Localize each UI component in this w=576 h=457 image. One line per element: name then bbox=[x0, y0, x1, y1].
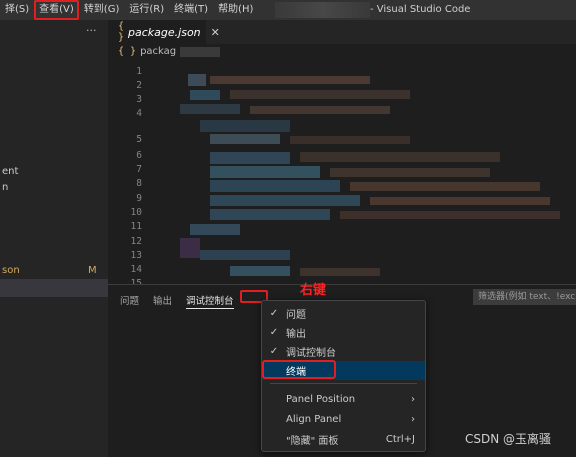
menu-item-label: "隐藏" 面板 bbox=[286, 436, 339, 447]
blurred-code bbox=[300, 268, 380, 276]
line-number: 13 bbox=[130, 250, 142, 261]
blurred-code bbox=[210, 166, 320, 178]
code-editor-blurred[interactable] bbox=[150, 62, 576, 284]
editor-tab-bar: { } package.json ✕ bbox=[108, 20, 576, 44]
blurred-code bbox=[350, 182, 540, 191]
blurred-window-title bbox=[275, 2, 370, 18]
sidebar-item-fragment[interactable]: son bbox=[2, 265, 20, 276]
line-number: 14 bbox=[130, 264, 142, 275]
menu-item-debug-console[interactable]: ✓ 调试控制台 bbox=[262, 342, 425, 361]
menu-view[interactable]: 查看(V) bbox=[34, 0, 79, 20]
sidebar-item-fragment[interactable]: n bbox=[2, 182, 8, 193]
blurred-code bbox=[210, 76, 370, 84]
menu-terminal[interactable]: 终端(T) bbox=[169, 0, 213, 20]
menu-item-problems[interactable]: ✓ 问题 bbox=[262, 304, 425, 323]
blurred-code bbox=[290, 136, 410, 144]
window-title: - Visual Studio Code bbox=[370, 4, 471, 15]
annotation-right-click: 右键 bbox=[300, 283, 327, 298]
menu-item-label: 调试控制台 bbox=[286, 348, 336, 359]
blurred-code bbox=[330, 168, 490, 177]
menu-selection[interactable]: 择(S) bbox=[0, 0, 34, 20]
line-number: 9 bbox=[136, 193, 142, 204]
menu-item-label: 输出 bbox=[286, 329, 306, 340]
menu-item-align-panel[interactable]: Align Panel › bbox=[262, 410, 425, 429]
line-number: 11 bbox=[130, 221, 142, 232]
chevron-right-icon: › bbox=[411, 414, 415, 425]
menu-item-output[interactable]: ✓ 输出 bbox=[262, 323, 425, 342]
blurred-code bbox=[340, 211, 560, 219]
json-file-icon: { } bbox=[118, 46, 137, 57]
blurred-code bbox=[190, 90, 220, 100]
line-number: 6 bbox=[136, 150, 142, 161]
menu-item-panel-position[interactable]: Panel Position › bbox=[262, 390, 425, 409]
line-number: 3 bbox=[136, 94, 142, 105]
check-icon: ✓ bbox=[269, 346, 279, 357]
line-number: 7 bbox=[136, 164, 142, 175]
watermark: CSDN @玉离骚 bbox=[465, 432, 552, 446]
tab-problems[interactable]: 问题 bbox=[120, 293, 139, 309]
terminal-highlight-marker bbox=[262, 360, 336, 379]
check-icon: ✓ bbox=[269, 308, 279, 319]
explorer-sidebar: ··· ent n son M bbox=[0, 20, 108, 457]
blurred-breadcrumb bbox=[180, 46, 221, 57]
blurred-code bbox=[210, 209, 330, 220]
close-icon[interactable]: ✕ bbox=[211, 26, 220, 39]
blurred-code bbox=[300, 152, 500, 162]
line-number: 8 bbox=[136, 178, 142, 189]
line-number: 1 bbox=[136, 66, 142, 77]
line-number: 2 bbox=[136, 80, 142, 91]
tab-debug-console[interactable]: 调试控制台 bbox=[186, 293, 234, 309]
filter-input[interactable]: 筛选器(例如 text、!exclu bbox=[473, 289, 576, 305]
blurred-code bbox=[210, 195, 360, 206]
sidebar-item-fragment[interactable]: ent bbox=[2, 166, 18, 177]
selected-file-row[interactable] bbox=[0, 279, 108, 297]
blurred-code bbox=[210, 134, 280, 144]
blurred-code bbox=[188, 74, 206, 86]
blurred-code bbox=[210, 180, 340, 192]
line-number: 5 bbox=[136, 134, 142, 145]
blurred-code bbox=[370, 197, 550, 205]
menu-item-label: 问题 bbox=[286, 310, 306, 321]
menu-item-label: Panel Position bbox=[286, 394, 356, 405]
menu-help[interactable]: 帮助(H) bbox=[213, 0, 258, 20]
blurred-code bbox=[200, 250, 290, 260]
blurred-code bbox=[250, 106, 390, 114]
blurred-code bbox=[210, 152, 290, 164]
blurred-code bbox=[200, 120, 290, 132]
tab-output[interactable]: 输出 bbox=[153, 293, 172, 309]
breadcrumb: { } packag bbox=[118, 46, 221, 57]
more-actions-icon[interactable]: ··· bbox=[86, 24, 97, 37]
menu-run[interactable]: 运行(R) bbox=[124, 0, 169, 20]
menu-item-label: Align Panel bbox=[286, 414, 342, 425]
line-number: 10 bbox=[130, 207, 142, 218]
tab-package-json[interactable]: { } package.json ✕ bbox=[108, 20, 220, 44]
check-icon: ✓ bbox=[269, 327, 279, 338]
shortcut-label: Ctrl+J bbox=[385, 434, 415, 445]
panel-tab-bar: 问题 输出 调试控制台 bbox=[120, 293, 234, 309]
json-file-icon: { } bbox=[118, 21, 125, 43]
blurred-code bbox=[180, 238, 200, 258]
tab-label: package.json bbox=[128, 25, 201, 39]
modified-badge: M bbox=[88, 265, 97, 276]
blurred-code bbox=[180, 104, 240, 114]
menu-separator bbox=[270, 383, 417, 384]
breadcrumb-item[interactable]: packag bbox=[140, 46, 176, 57]
blurred-code bbox=[230, 266, 290, 276]
line-number: 12 bbox=[130, 236, 142, 247]
menu-go[interactable]: 转到(G) bbox=[79, 0, 125, 20]
chevron-right-icon: › bbox=[411, 394, 415, 405]
menu-item-hide-panel[interactable]: "隐藏" 面板 Ctrl+J bbox=[262, 430, 425, 449]
blurred-code bbox=[190, 224, 240, 235]
line-number: 4 bbox=[136, 108, 142, 119]
blurred-code bbox=[230, 90, 410, 99]
